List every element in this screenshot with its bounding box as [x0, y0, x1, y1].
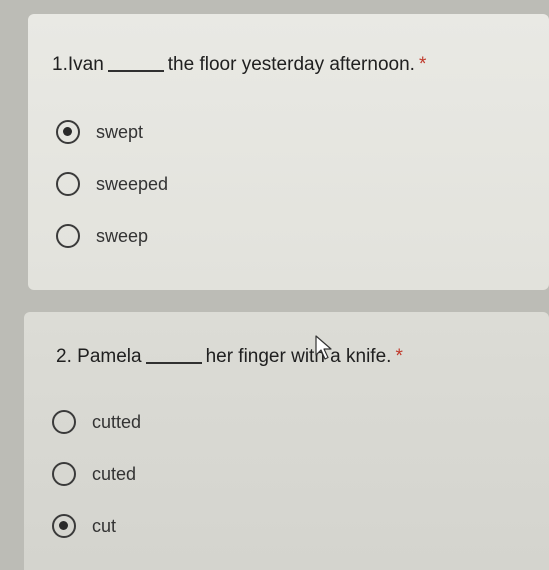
option-sweeped[interactable]: sweeped [56, 172, 168, 196]
required-asterisk: * [418, 54, 427, 75]
required-asterisk: * [395, 346, 403, 367]
question-1-blank [107, 70, 164, 72]
radio-button-selected[interactable] [56, 120, 80, 144]
option-cuted[interactable]: cuted [52, 462, 136, 486]
question-2-prefix: Pamela [77, 346, 142, 367]
option-cut[interactable]: cut [52, 514, 116, 538]
option-cutted[interactable]: cutted [52, 410, 141, 434]
option-swept[interactable]: swept [56, 120, 143, 144]
question-1-suffix: the floor yesterday afternoon. [167, 54, 415, 75]
option-label: sweeped [96, 173, 169, 194]
question-2-blank [145, 362, 202, 364]
radio-button[interactable] [52, 410, 76, 434]
option-label: swept [96, 121, 144, 142]
radio-button[interactable] [52, 462, 76, 486]
question-2-suffix: her finger with a knife. [205, 346, 392, 367]
mouse-pointer-icon [315, 335, 332, 360]
question-2-number: 2. [56, 346, 72, 367]
option-label: cuted [92, 463, 137, 484]
radio-button[interactable] [56, 172, 80, 196]
option-sweep[interactable]: sweep [56, 224, 148, 248]
question-1-prefix: Ivan [67, 54, 104, 75]
question-2-text: 2. Pamela her finger with a knife. * [56, 346, 403, 368]
radio-button[interactable] [56, 224, 80, 248]
option-label: sweep [96, 225, 149, 246]
option-label: cut [92, 515, 117, 536]
question-1-text: 1.Ivan the floor yesterday afternoon. * [52, 54, 426, 76]
question-1-number: 1. [52, 54, 68, 75]
option-label: cutted [92, 411, 142, 432]
radio-button-selected[interactable] [52, 514, 76, 538]
